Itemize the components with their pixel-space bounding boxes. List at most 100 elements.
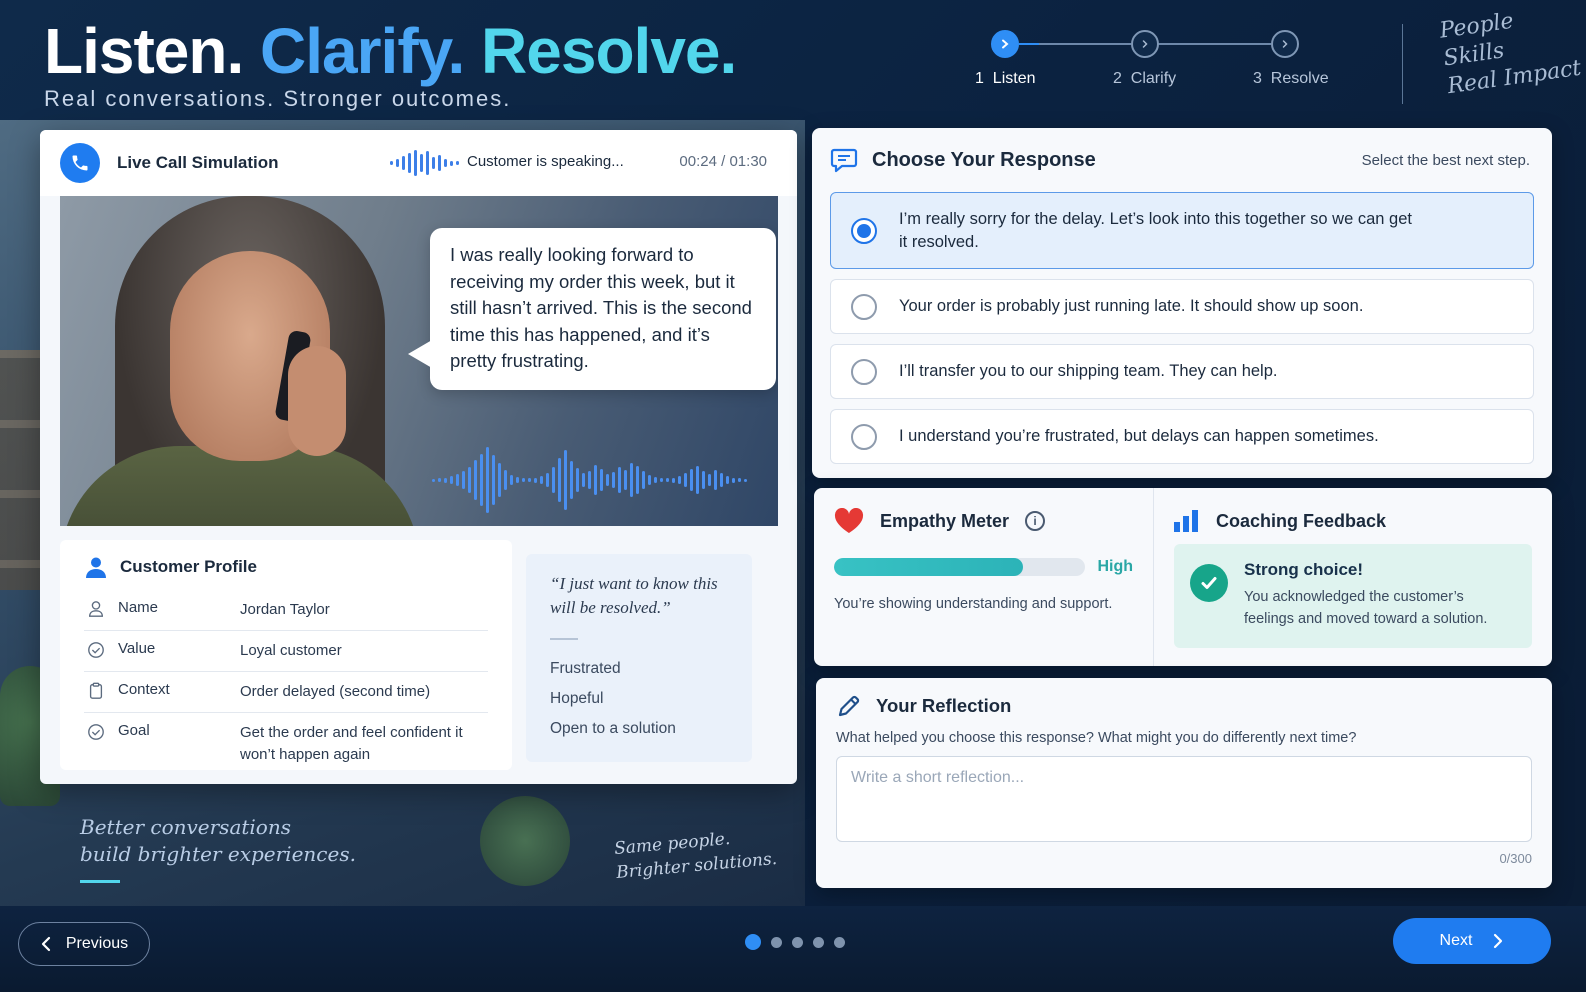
waveform-bar	[618, 467, 621, 493]
step-1-dot[interactable]	[991, 30, 1019, 58]
profile-title: Customer Profile	[120, 557, 257, 576]
response-option-2[interactable]: Your order is probably just running late…	[830, 279, 1534, 334]
chat-bubble-icon	[830, 148, 858, 173]
user-icon	[86, 557, 106, 578]
waveform-bar	[444, 477, 447, 483]
pagination-dot[interactable]	[813, 936, 824, 948]
pagination-dot[interactable]	[745, 934, 761, 950]
waveform-bar	[564, 450, 567, 510]
chevron-right-icon	[1002, 39, 1009, 49]
heart-check-icon	[84, 640, 108, 660]
waveform-bar	[708, 474, 711, 486]
radio-button[interactable]	[851, 423, 877, 450]
empathy-meter-fill	[834, 558, 1023, 576]
previous-button[interactable]: Previous	[18, 922, 150, 966]
coaching-body: You acknowledged the customer’s feelings…	[1244, 589, 1488, 627]
waveform-bar	[744, 478, 747, 482]
response-option-3[interactable]: I’ll transfer you to our shipping team. …	[830, 344, 1534, 399]
hero: Listen. Clarify. Resolve. Real conversat…	[44, 14, 737, 112]
feeling-item: Frustrated	[550, 660, 621, 677]
waveform-bar	[522, 478, 525, 482]
reflection-panel: Your Reflection What helped you choose t…	[816, 678, 1552, 888]
waveform-bar	[510, 475, 513, 485]
feeling-item: Hopeful	[550, 690, 604, 707]
step-line-1	[1039, 43, 1131, 45]
pagination-dot[interactable]	[771, 936, 782, 948]
coaching-message: Strong choice! You acknowledged the cust…	[1174, 544, 1532, 648]
step-2-label[interactable]: 2 Clarify	[1113, 70, 1176, 88]
profile-row: Value Loyal customer	[84, 631, 488, 672]
response-title: Choose Your Response	[872, 148, 1096, 171]
chevron-right-icon	[1282, 40, 1288, 48]
waveform-bar	[486, 447, 489, 513]
waveform-bar	[726, 476, 729, 484]
pagination-dot[interactable]	[834, 936, 845, 948]
progress-stepper: 1 Listen 2 Clarify 3 Resolve	[975, 30, 1345, 100]
divider	[550, 638, 578, 640]
call-title: Live Call Simulation	[117, 153, 279, 172]
brand-divider	[1402, 24, 1403, 104]
customer-profile: Customer Profile Name Jordan Taylor Valu…	[60, 540, 512, 770]
target-check-icon	[84, 722, 108, 742]
hero-title-clarify: Clarify.	[260, 15, 465, 87]
choose-response-panel: Choose Your Response Select the best nex…	[812, 128, 1552, 478]
waveform-bar	[606, 474, 609, 486]
waveform-bar	[498, 463, 501, 497]
waveform-bar	[636, 466, 639, 494]
step-2-dot[interactable]	[1131, 30, 1159, 58]
waveform-bar	[690, 469, 693, 491]
phone-icon	[60, 143, 100, 183]
response-option-4[interactable]: I understand you’re frustrated, but dela…	[830, 409, 1534, 464]
waveform-bar	[552, 467, 555, 493]
radio-button[interactable]	[851, 293, 877, 320]
call-header: Live Call Simulation Customer is speakin…	[40, 130, 797, 196]
empathy-meter-section: Empathy Meter i High You’re showing unde…	[814, 488, 1154, 666]
waveform-bar	[588, 471, 591, 489]
step-line-2	[1157, 43, 1271, 45]
person-icon	[84, 599, 108, 619]
waveform-bar	[666, 478, 669, 482]
checkmark-icon	[1190, 564, 1228, 602]
step-1-label[interactable]: 1 Listen	[975, 70, 1036, 88]
profile-row: Goal Get the order and feel confident it…	[84, 713, 488, 775]
waveform-bar	[714, 470, 717, 490]
radio-button[interactable]	[851, 358, 877, 385]
hero-title: Listen. Clarify. Resolve.	[44, 14, 737, 88]
chevron-left-icon	[41, 936, 50, 952]
response-option-1[interactable]: I’m really sorry for the delay. Let’s lo…	[830, 192, 1534, 269]
chevron-right-icon	[1494, 933, 1503, 949]
waveform-bar	[456, 474, 459, 486]
waveform-bar	[570, 461, 573, 499]
next-button[interactable]: Next	[1393, 918, 1551, 964]
waveform-bar	[582, 473, 585, 487]
coaching-heading: Strong choice!	[1244, 560, 1364, 579]
step-3-label[interactable]: 3 Resolve	[1253, 70, 1329, 88]
waveform-bar	[540, 476, 543, 484]
heart-icon	[834, 508, 864, 533]
waveform-bar	[492, 455, 495, 505]
waveform-bar	[630, 463, 633, 497]
info-icon[interactable]: i	[1025, 511, 1046, 531]
waveform-bar	[678, 476, 681, 484]
hero-title-listen: Listen.	[44, 15, 244, 87]
waveform-bar	[684, 473, 687, 487]
background-plant	[480, 796, 570, 886]
customer-speech-bubble: I was really looking forward to receivin…	[408, 228, 776, 390]
waveform-bar	[480, 454, 483, 506]
radio-button[interactable]	[851, 217, 877, 244]
waveform-bar	[462, 471, 465, 489]
step-3-dot[interactable]	[1271, 30, 1299, 58]
profile-row: Context Order delayed (second time)	[84, 672, 488, 713]
waveform-bar	[594, 465, 597, 495]
waveform-bar	[612, 472, 615, 488]
background-shelf	[0, 350, 40, 590]
feedback-panel: Empathy Meter i High You’re showing unde…	[814, 488, 1552, 666]
pagination-dot[interactable]	[792, 936, 803, 948]
footer-nav: Previous Next	[0, 906, 1586, 992]
waveform-bar	[468, 467, 471, 493]
waveform-bar	[642, 471, 645, 489]
waveform-bar	[648, 475, 651, 485]
reflection-input[interactable]	[836, 756, 1532, 842]
feeling-item: Open to a solution	[550, 720, 676, 737]
waveform-bar	[696, 466, 699, 494]
